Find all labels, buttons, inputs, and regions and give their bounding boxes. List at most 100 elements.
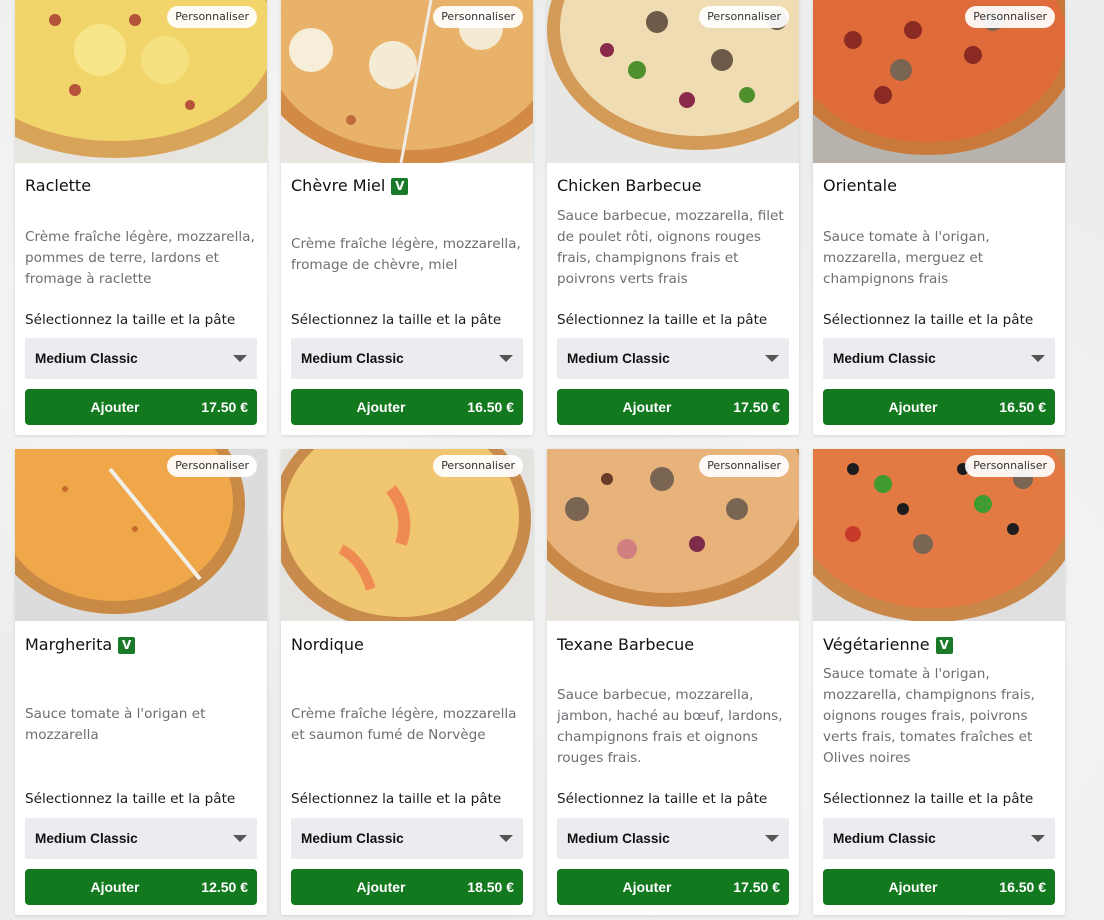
add-to-cart-button[interactable]: Ajouter 17.50 € xyxy=(557,389,789,425)
pizza-photo: Personnaliser xyxy=(281,449,533,621)
chevron-down-icon xyxy=(1031,835,1045,842)
size-dropdown[interactable]: Medium Classic xyxy=(823,818,1055,859)
pizza-card: Personnaliser Chicken Barbecue Sauce bar… xyxy=(547,0,799,435)
size-dropdown[interactable]: Medium Classic xyxy=(557,338,789,379)
pizza-description: Sauce tomate à l'origan et mozzarella xyxy=(25,706,206,743)
pizza-description: Sauce barbecue, mozzarella, jambon, hach… xyxy=(557,687,783,766)
pizza-photo: Personnaliser xyxy=(547,449,799,621)
customize-button[interactable]: Personnaliser xyxy=(965,6,1055,28)
customize-button[interactable]: Personnaliser xyxy=(699,455,789,477)
pizza-name: Texane Barbecue xyxy=(557,635,695,654)
price: 17.50 € xyxy=(733,879,780,895)
price: 18.50 € xyxy=(467,879,514,895)
customize-button[interactable]: Personnaliser xyxy=(433,455,523,477)
chevron-down-icon xyxy=(499,355,513,362)
size-select-label: Sélectionnez la taille et la pâte xyxy=(823,312,1034,328)
pizza-name: Raclette xyxy=(25,176,92,195)
customize-button[interactable]: Personnaliser xyxy=(699,6,789,28)
size-select-label: Sélectionnez la taille et la pâte xyxy=(291,791,502,807)
add-label: Ajouter xyxy=(622,399,672,415)
add-label: Ajouter xyxy=(888,879,938,895)
customize-button[interactable]: Personnaliser xyxy=(433,6,523,28)
pizza-photo: Personnaliser xyxy=(813,0,1065,163)
pizza-photo: Personnaliser xyxy=(547,0,799,163)
pizza-description: Sauce tomate à l'origan, mozzarella, mer… xyxy=(823,229,990,287)
size-dropdown-value: Medium Classic xyxy=(567,831,670,846)
size-select-label: Sélectionnez la taille et la pâte xyxy=(25,791,236,807)
pizza-grid: Personnaliser Raclette Crème fraîche lég… xyxy=(0,0,1104,920)
pizza-card: Personnaliser Raclette Crème fraîche lég… xyxy=(15,0,267,435)
pizza-name: Nordique xyxy=(291,635,364,654)
add-label: Ajouter xyxy=(90,399,140,415)
add-to-cart-button[interactable]: Ajouter 17.50 € xyxy=(557,869,789,905)
pizza-photo: Personnaliser xyxy=(15,0,267,163)
customize-button[interactable]: Personnaliser xyxy=(965,455,1055,477)
chevron-down-icon xyxy=(499,835,513,842)
size-dropdown-value: Medium Classic xyxy=(833,351,936,366)
price: 16.50 € xyxy=(999,399,1046,415)
size-dropdown-value: Medium Classic xyxy=(35,351,138,366)
price: 17.50 € xyxy=(201,399,248,415)
price: 12.50 € xyxy=(201,879,248,895)
pizza-description: Crème fraîche légère, mozzarella et saum… xyxy=(291,706,517,743)
add-label: Ajouter xyxy=(356,399,406,415)
customize-button[interactable]: Personnaliser xyxy=(167,6,257,28)
pizza-name: Orientale xyxy=(823,176,897,195)
pizza-card: Personnaliser Chèvre Miel V Crème fraîche… xyxy=(281,0,533,435)
price: 17.50 € xyxy=(733,399,780,415)
add-to-cart-button[interactable]: Ajouter 16.50 € xyxy=(823,389,1055,425)
add-label: Ajouter xyxy=(90,879,140,895)
pizza-photo: Personnaliser xyxy=(281,0,533,163)
pizza-photo: Personnaliser xyxy=(15,449,267,621)
vegetarian-badge: V xyxy=(935,637,953,654)
pizza-name: Végétarienne V xyxy=(823,635,953,654)
pizza-description: Sauce barbecue, mozzarella, filet de pou… xyxy=(557,208,784,287)
add-to-cart-button[interactable]: Ajouter 17.50 € xyxy=(25,389,257,425)
chevron-down-icon xyxy=(765,835,779,842)
add-label: Ajouter xyxy=(622,879,672,895)
chevron-down-icon xyxy=(765,355,779,362)
add-to-cart-button[interactable]: Ajouter 18.50 € xyxy=(291,869,523,905)
add-to-cart-button[interactable]: Ajouter 16.50 € xyxy=(291,389,523,425)
size-dropdown-value: Medium Classic xyxy=(567,351,670,366)
customize-button[interactable]: Personnaliser xyxy=(167,455,257,477)
pizza-name: Chèvre Miel V xyxy=(291,176,409,195)
add-to-cart-button[interactable]: Ajouter 16.50 € xyxy=(823,869,1055,905)
size-dropdown[interactable]: Medium Classic xyxy=(557,818,789,859)
size-dropdown[interactable]: Medium Classic xyxy=(291,818,523,859)
size-dropdown-value: Medium Classic xyxy=(35,831,138,846)
pizza-name: Chicken Barbecue xyxy=(557,176,702,195)
pizza-card: Personnaliser Nordique Crème fraîche lég… xyxy=(281,449,533,915)
add-label: Ajouter xyxy=(356,879,406,895)
pizza-description: Crème fraîche légère, mozzarella, pommes… xyxy=(25,229,255,287)
chevron-down-icon xyxy=(1031,355,1045,362)
chevron-down-icon xyxy=(233,835,247,842)
size-dropdown[interactable]: Medium Classic xyxy=(291,338,523,379)
size-dropdown[interactable]: Medium Classic xyxy=(823,338,1055,379)
price: 16.50 € xyxy=(467,399,514,415)
size-dropdown-value: Medium Classic xyxy=(301,351,404,366)
pizza-name: Margherita V xyxy=(25,635,136,654)
size-select-label: Sélectionnez la taille et la pâte xyxy=(557,791,768,807)
add-to-cart-button[interactable]: Ajouter 12.50 € xyxy=(25,869,257,905)
vegetarian-badge: V xyxy=(118,637,136,654)
size-select-label: Sélectionnez la taille et la pâte xyxy=(25,312,236,328)
size-select-label: Sélectionnez la taille et la pâte xyxy=(823,791,1034,807)
pizza-description: Crème fraîche légère, mozzarella, fromag… xyxy=(291,236,521,273)
pizza-card: Personnaliser Margherita V Sauce tomate à… xyxy=(15,449,267,915)
chevron-down-icon xyxy=(233,355,247,362)
size-select-label: Sélectionnez la taille et la pâte xyxy=(291,312,502,328)
vegetarian-badge: V xyxy=(391,178,409,195)
size-dropdown-value: Medium Classic xyxy=(833,831,936,846)
pizza-photo: Personnaliser xyxy=(813,449,1065,621)
pizza-card: Personnaliser Texane Barbecue Sauce barb… xyxy=(547,449,799,915)
pizza-card: Personnaliser Végétarienne V Sauce tomate… xyxy=(813,449,1065,915)
size-dropdown-value: Medium Classic xyxy=(301,831,404,846)
size-dropdown[interactable]: Medium Classic xyxy=(25,818,257,859)
pizza-card: Personnaliser Orientale Sauce tomate à l… xyxy=(813,0,1065,435)
size-select-label: Sélectionnez la taille et la pâte xyxy=(557,312,768,328)
size-dropdown[interactable]: Medium Classic xyxy=(25,338,257,379)
pizza-description: Sauce tomate à l'origan, mozzarella, cha… xyxy=(823,666,1035,766)
price: 16.50 € xyxy=(999,879,1046,895)
add-label: Ajouter xyxy=(888,399,938,415)
